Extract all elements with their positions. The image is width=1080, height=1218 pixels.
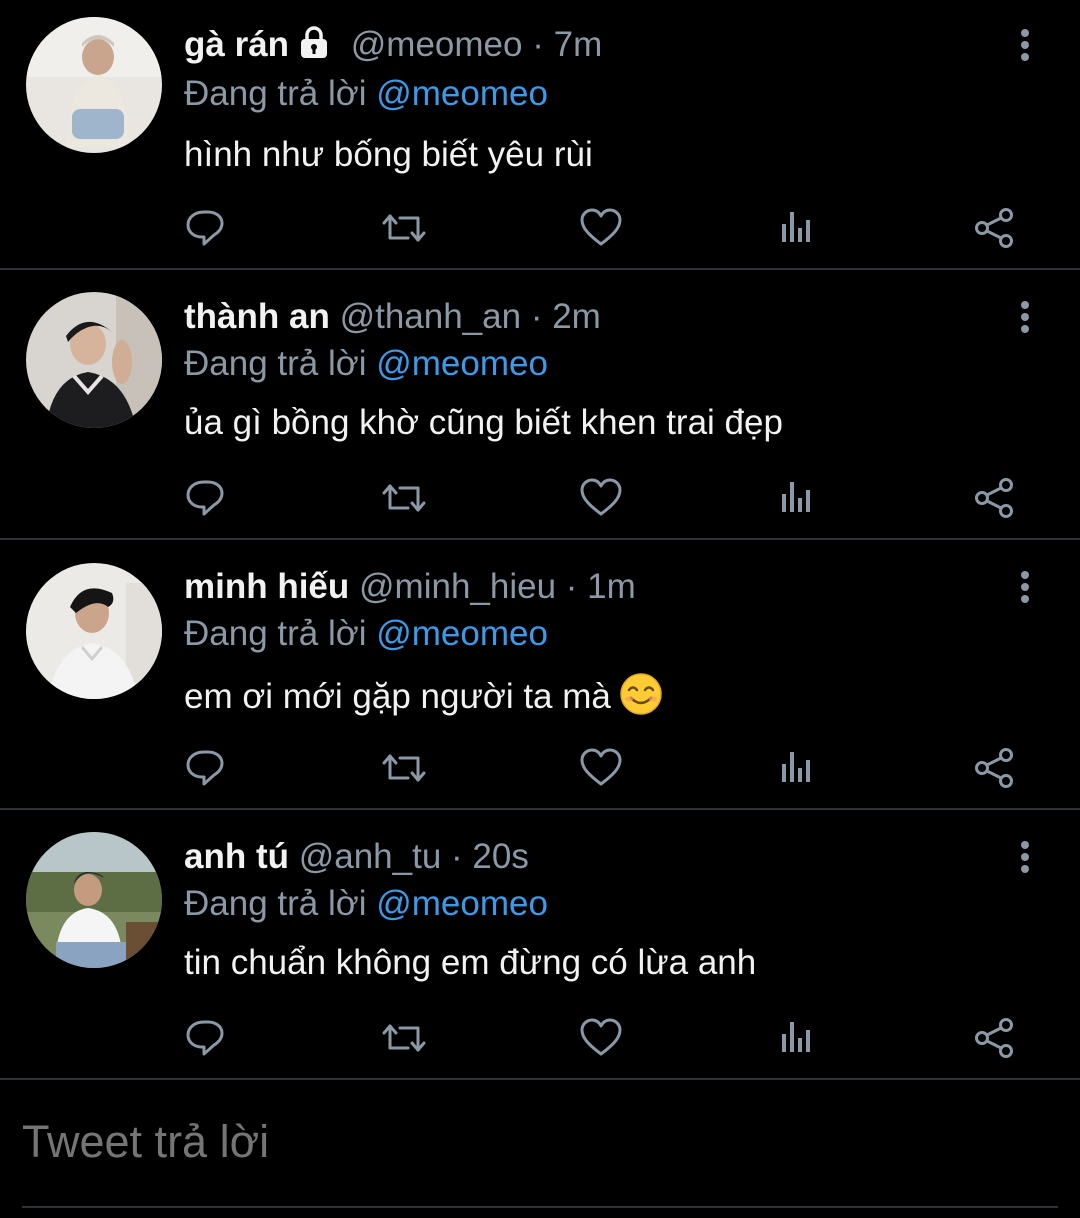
tweet-actions (0, 744, 1080, 792)
retweet-icon[interactable] (380, 1014, 428, 1062)
share-icon[interactable] (970, 474, 1018, 522)
tweet[interactable]: thành an @thanh_an · 2m Đang trả lời @me… (0, 270, 1080, 540)
replying-label: Đang trả lời (184, 344, 367, 383)
avatar[interactable] (26, 292, 162, 428)
tweet-text: hình như bống biết yêu rùi (184, 135, 593, 174)
share-icon[interactable] (970, 1014, 1018, 1062)
tweet[interactable]: minh hiếu @minh_hieu · 1m Đang trả lời @… (0, 540, 1080, 810)
like-icon[interactable] (577, 744, 625, 792)
avatar[interactable] (26, 563, 162, 699)
replying-label: Đang trả lời (184, 884, 367, 923)
mention-link[interactable]: @meomeo (376, 74, 548, 113)
more-options-icon[interactable] (1008, 567, 1042, 607)
display-name[interactable]: gà rán (184, 25, 289, 64)
reply-input[interactable] (22, 1118, 1058, 1166)
retweet-icon[interactable] (380, 204, 428, 252)
tweet-actions (0, 474, 1080, 522)
reply-icon[interactable] (182, 474, 230, 522)
retweet-icon[interactable] (380, 474, 428, 522)
timestamp: · 7m (532, 25, 603, 64)
replying-to: Đang trả lời @meomeo (184, 884, 548, 924)
replying-to: Đang trả lời @meomeo (184, 74, 548, 114)
reply-icon[interactable] (182, 1014, 230, 1062)
tweet-header: anh tú @anh_tu · 20s (184, 837, 529, 877)
smiling-face-emoji (619, 672, 663, 726)
tweet-text-container: em ơi mới gặp người ta mà (184, 672, 663, 726)
more-options-icon[interactable] (1008, 837, 1042, 877)
tweet-text: ủa gì bồng khờ cũng biết khen trai đẹp (184, 403, 783, 442)
handle[interactable]: @minh_hieu (359, 567, 556, 606)
avatar[interactable] (26, 17, 162, 153)
tweet[interactable]: anh tú @anh_tu · 20s Đang trả lời @meome… (0, 810, 1080, 1080)
tweet-actions (0, 1014, 1080, 1062)
avatar[interactable] (26, 832, 162, 968)
reply-composer (0, 1082, 1080, 1218)
more-options-icon[interactable] (1008, 297, 1042, 337)
display-name[interactable]: anh tú (184, 837, 289, 876)
retweet-icon[interactable] (380, 744, 428, 792)
tweet-actions (0, 204, 1080, 252)
mention-link[interactable]: @meomeo (376, 344, 548, 383)
analytics-icon[interactable] (773, 474, 821, 522)
analytics-icon[interactable] (773, 744, 821, 792)
tweet-header: thành an @thanh_an · 2m (184, 297, 601, 337)
tweet-text: tin chuẩn không em đừng có lừa anh (184, 943, 757, 982)
share-icon[interactable] (970, 204, 1018, 252)
like-icon[interactable] (577, 1014, 625, 1062)
analytics-icon[interactable] (773, 1014, 821, 1062)
handle[interactable]: @thanh_an (340, 297, 522, 336)
share-icon[interactable] (970, 744, 1018, 792)
input-underline (22, 1206, 1058, 1208)
handle[interactable]: @meomeo (351, 25, 523, 64)
divider (0, 1078, 1080, 1080)
tweet-header: gà rán @meomeo · 7m (184, 25, 602, 68)
replying-label: Đang trả lời (184, 614, 367, 653)
tweet[interactable]: gà rán @meomeo · 7m Đang trả lời @meomeo… (0, 0, 1080, 270)
replying-to: Đang trả lời @meomeo (184, 344, 548, 384)
lock-icon (297, 25, 331, 68)
like-icon[interactable] (577, 474, 625, 522)
replying-to: Đang trả lời @meomeo (184, 614, 548, 654)
tweet-header: minh hiếu @minh_hieu · 1m (184, 567, 636, 607)
timestamp: · 20s (451, 837, 529, 876)
handle[interactable]: @anh_tu (299, 837, 442, 876)
mention-link[interactable]: @meomeo (376, 884, 548, 923)
timestamp: · 1m (565, 567, 636, 606)
reply-icon[interactable] (182, 204, 230, 252)
replying-label: Đang trả lời (184, 74, 367, 113)
reply-icon[interactable] (182, 744, 230, 792)
more-options-icon[interactable] (1008, 25, 1042, 65)
mention-link[interactable]: @meomeo (376, 614, 548, 653)
display-name[interactable]: minh hiếu (184, 567, 349, 606)
display-name[interactable]: thành an (184, 297, 330, 336)
analytics-icon[interactable] (773, 204, 821, 252)
tweet-text: em ơi mới gặp người ta mà (184, 677, 611, 716)
like-icon[interactable] (577, 204, 625, 252)
timestamp: · 2m (530, 297, 601, 336)
